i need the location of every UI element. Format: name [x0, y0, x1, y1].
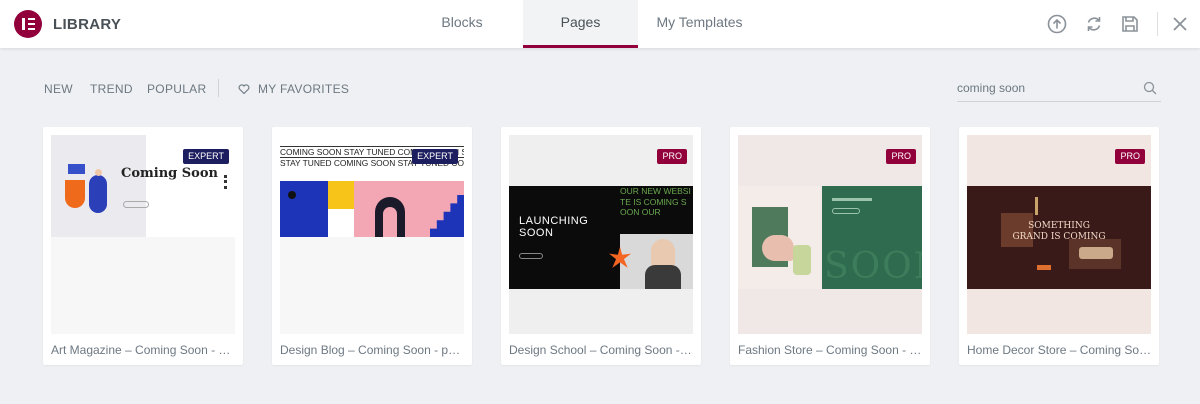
library-header: LIBRARY Blocks Pages My Templates: [0, 0, 1200, 48]
search-icon[interactable]: [1143, 81, 1157, 95]
search-input[interactable]: [957, 76, 1137, 100]
thumbnail-heading: SOMETHING GRAND IS COMING: [1012, 221, 1106, 242]
heart-icon[interactable]: [238, 82, 250, 95]
thumbnail-heading: Coming Soon: [121, 166, 218, 181]
template-title: Design Blog – Coming Soon - page: [280, 343, 466, 357]
save-icon[interactable]: [1118, 12, 1142, 36]
badge-expert: EXPERT: [183, 149, 229, 164]
badge-expert: EXPERT: [412, 149, 458, 164]
tab-pages[interactable]: Pages: [523, 0, 638, 48]
template-title: Art Magazine – Coming Soon - page: [51, 343, 237, 357]
template-thumbnail: Coming Soon EXPERT: [51, 135, 235, 334]
badge-pro: PRO: [886, 149, 916, 164]
upload-icon[interactable]: [1045, 12, 1069, 36]
tab-my-templates[interactable]: My Templates: [642, 0, 757, 48]
badge-pro: PRO: [1115, 149, 1145, 164]
template-title: Design School – Coming Soon - pa...: [509, 343, 695, 357]
template-card[interactable]: SOON PRO Fashion Store – Coming Soon - p…: [730, 127, 930, 365]
filter-new[interactable]: NEW: [44, 82, 73, 96]
library-title: LIBRARY: [53, 16, 122, 33]
template-card[interactable]: Coming Soon EXPERT Art Magazine – Coming…: [43, 127, 243, 365]
elementor-logo: [14, 10, 42, 38]
close-icon[interactable]: [1168, 12, 1192, 36]
badge-pro: PRO: [657, 149, 687, 164]
template-card[interactable]: SOMETHING GRAND IS COMING PRO Home Decor…: [959, 127, 1159, 365]
template-thumbnail: LAUNCHING SOON OUR NEW WEBSITE IS COMING…: [509, 135, 693, 334]
template-thumbnail: SOMETHING GRAND IS COMING PRO: [967, 135, 1151, 334]
thumbnail-heading: SOON: [824, 246, 922, 287]
template-title: Fashion Store – Coming Soon - pa...: [738, 343, 924, 357]
thumbnail-marquee: OUR NEW WEBSITE IS COMING SOON OUR: [620, 186, 691, 217]
template-thumbnail: SOON PRO: [738, 135, 922, 334]
filter-trend[interactable]: TREND: [90, 82, 133, 96]
template-title: Home Decor Store – Coming Soon...: [967, 343, 1153, 357]
filter-popular[interactable]: POPULAR: [147, 82, 206, 96]
template-card[interactable]: COMING SOON STAY TUNED COMING SOON STAY …: [272, 127, 472, 365]
sync-icon[interactable]: [1082, 12, 1106, 36]
header-divider: [1157, 12, 1158, 36]
template-card[interactable]: LAUNCHING SOON OUR NEW WEBSITE IS COMING…: [501, 127, 701, 365]
filter-divider: [218, 79, 219, 97]
thumbnail-heading: LAUNCHING SOON: [519, 215, 589, 239]
filter-my-favorites[interactable]: MY FAVORITES: [258, 82, 349, 96]
search-bar: [957, 76, 1161, 102]
template-thumbnail: COMING SOON STAY TUNED COMING SOON STAY …: [280, 135, 464, 334]
tab-blocks[interactable]: Blocks: [402, 0, 522, 48]
